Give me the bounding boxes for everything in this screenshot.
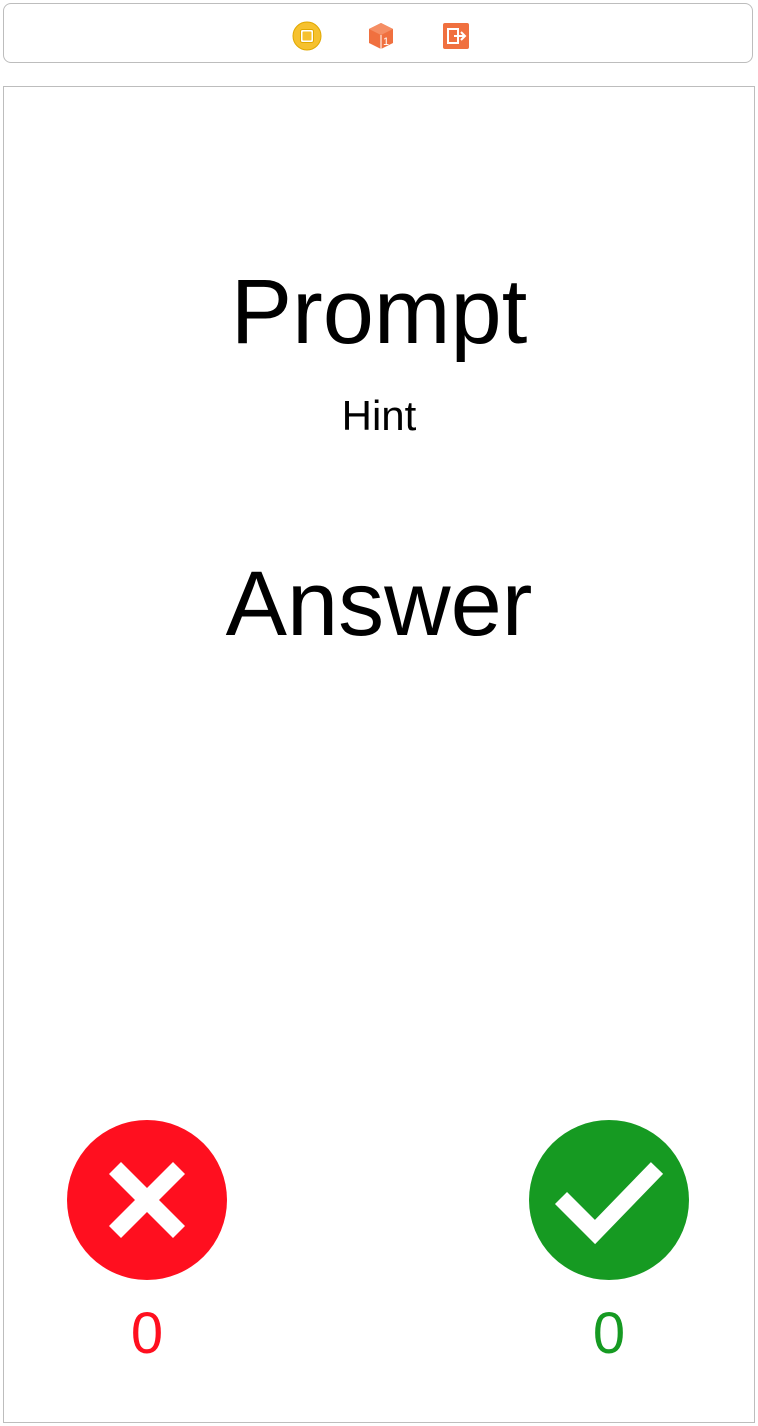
hint-label: Hint (341, 392, 417, 439)
wrong-count: 0 (130, 1301, 164, 1366)
flashcard-scene: Prompt Hint Answer 0 0 (3, 86, 755, 1423)
correct-count: 0 (592, 1301, 626, 1366)
exit-icon[interactable] (441, 21, 471, 51)
view-controller-icon[interactable] (292, 21, 322, 51)
svg-text:1: 1 (383, 36, 389, 48)
wrong-button[interactable] (67, 1120, 227, 1280)
first-responder-icon[interactable]: 1 (366, 21, 396, 51)
checkmark-icon (529, 1120, 689, 1280)
answer-label: Answer (225, 553, 533, 655)
scene-dock: 1 (3, 3, 753, 63)
prompt-label: Prompt (230, 261, 528, 363)
correct-button[interactable] (529, 1120, 689, 1280)
x-icon (67, 1120, 227, 1280)
